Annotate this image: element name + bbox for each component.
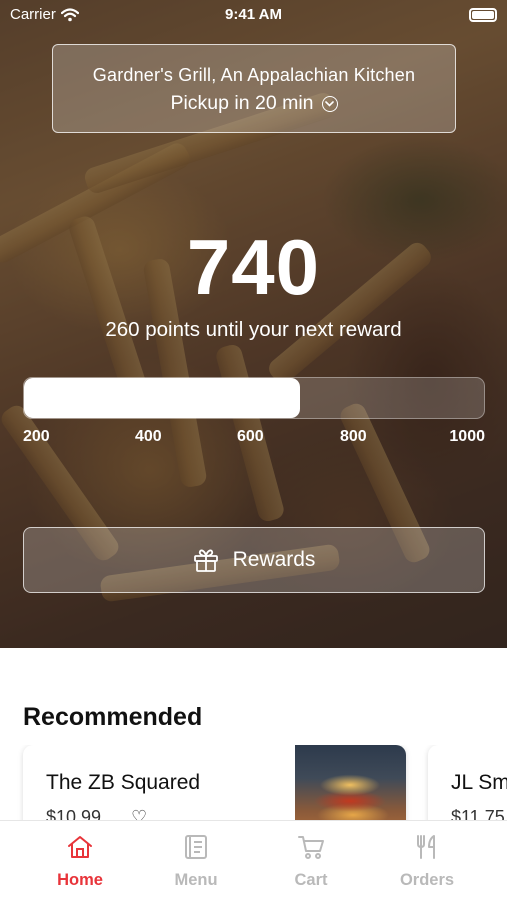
points-balance: 740 <box>186 223 321 311</box>
rewards-progress-fill <box>24 378 300 418</box>
fork-knife-icon <box>417 835 435 859</box>
rewards-progress-bar <box>23 377 485 419</box>
item-image <box>295 745 406 820</box>
tab-label: Cart <box>294 871 328 889</box>
chevron-down-circle-icon <box>321 95 338 112</box>
progress-tick: 600 <box>237 428 264 445</box>
tab-home[interactable]: Home <box>22 821 138 900</box>
gift-icon <box>193 549 218 572</box>
progress-tick: 400 <box>135 428 162 445</box>
tab-menu[interactable]: Menu <box>138 821 254 900</box>
points-until-reward: 260 points until your next reward <box>105 318 402 341</box>
item-price: $11.75 <box>451 807 505 820</box>
tab-bar: Home Menu Cart Orders <box>0 820 507 900</box>
home-icon <box>68 836 92 858</box>
progress-tick: 1000 <box>449 428 485 445</box>
status-bar: Carrier 9:41 AM <box>0 0 507 30</box>
battery-icon <box>469 8 497 22</box>
restaurant-name: Gardner's Grill, An Appalachian Kitchen <box>92 65 416 85</box>
recommended-item-card[interactable]: The ZB Squared $10.99 ♡ <box>23 745 406 820</box>
item-price: $10.99 <box>46 807 102 820</box>
location-selector[interactable]: Gardner's Grill, An Appalachian Kitchen … <box>52 44 456 133</box>
tab-cart[interactable]: Cart <box>253 821 369 900</box>
recommended-title: Recommended <box>23 703 203 731</box>
tab-label: Home <box>57 871 103 889</box>
pickup-time: Pickup in 20 min <box>53 92 455 115</box>
menu-book-icon <box>185 835 207 859</box>
rewards-button[interactable]: Rewards <box>23 527 485 593</box>
status-time: 9:41 AM <box>225 6 282 23</box>
item-name: The ZB Squared <box>46 771 201 794</box>
progress-tick: 200 <box>23 428 50 445</box>
tab-label: Menu <box>174 871 218 889</box>
tab-orders[interactable]: Orders <box>369 821 485 900</box>
progress-ticks: 200 400 600 800 1000 <box>23 428 485 448</box>
item-name: JL Sm <box>451 771 507 794</box>
recommended-item-card[interactable]: JL Sm $11.75 <box>428 745 507 820</box>
cart-icon <box>298 836 324 859</box>
tab-label: Orders <box>399 871 455 889</box>
progress-tick: 800 <box>340 428 367 445</box>
pickup-label: Pickup in 20 min <box>170 92 314 114</box>
recommended-carousel[interactable]: The ZB Squared $10.99 ♡ JL Sm $11.75 <box>0 745 507 820</box>
rewards-button-label: Rewards <box>232 548 316 571</box>
heart-icon[interactable]: ♡ <box>131 807 147 820</box>
